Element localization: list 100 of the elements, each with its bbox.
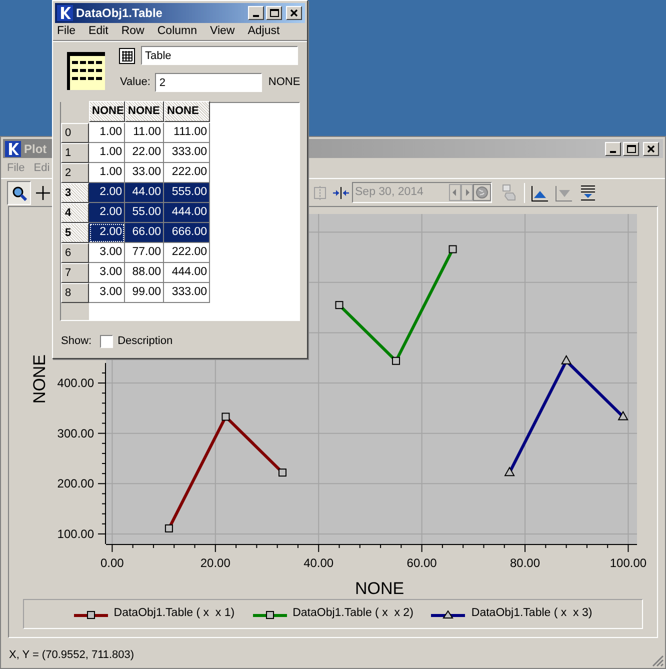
table-cell[interactable]: 1.00 (89, 143, 125, 163)
table-cell[interactable]: 2.00 (89, 183, 125, 203)
minimize-button[interactable] (605, 142, 621, 156)
table-cell[interactable]: 3.00 (89, 283, 125, 303)
table-cell[interactable]: 444.00 (164, 203, 210, 223)
data-point (164, 524, 173, 532)
axis-title: NONE (30, 354, 49, 404)
crosshair-icon (35, 184, 51, 200)
row-header[interactable]: 1 (61, 143, 89, 163)
data-point (278, 468, 286, 477)
row-header[interactable]: 2 (61, 163, 89, 183)
legend-label: DataObj1.Table ( x x 2) (292, 606, 414, 622)
column-header[interactable]: NONE (164, 101, 210, 122)
data-point (560, 354, 572, 364)
table-cell[interactable]: 222.00 (164, 243, 210, 263)
minimize-button[interactable] (248, 6, 264, 20)
table-cell[interactable]: 444.00 (164, 263, 210, 283)
maximize-icon (626, 144, 636, 152)
row-header[interactable]: 3 (61, 183, 89, 203)
data-point (448, 245, 457, 254)
collapse-arrows-icon[interactable] (332, 184, 350, 200)
row-header[interactable]: 6 (61, 243, 89, 263)
tick-label: 40.00 (304, 556, 334, 570)
menu-item[interactable]: Edit (86, 22, 110, 40)
value-field[interactable]: 2 (155, 73, 262, 92)
tick-label: 100.00 (57, 526, 94, 541)
table-cell[interactable]: 3.00 (89, 243, 125, 263)
list-icon[interactable] (579, 184, 597, 202)
data-point (335, 301, 344, 310)
legend-label: DataObj1.Table ( x x 1) (114, 606, 235, 622)
table-cell[interactable]: 333.00 (164, 283, 210, 303)
legend-line-icon (431, 608, 466, 620)
menu-item[interactable]: View (208, 22, 237, 40)
table-cell[interactable]: 99.00 (125, 283, 164, 303)
legend-line-icon (252, 608, 287, 620)
data-point (392, 356, 400, 365)
menu-item[interactable]: Column (155, 22, 200, 40)
table-cell[interactable]: 55.00 (125, 203, 164, 223)
chart-up-icon[interactable] (531, 184, 549, 202)
table-cell[interactable]: 2.00 (89, 203, 125, 223)
row-header[interactable]: 8 (61, 283, 89, 303)
close-button[interactable] (643, 142, 659, 156)
row-header[interactable]: 5 (61, 223, 89, 243)
table-icon (67, 52, 105, 90)
table-cell[interactable]: 222.00 (164, 163, 210, 183)
tick-label: 20.00 (200, 556, 230, 570)
maximize-button[interactable] (266, 6, 282, 20)
menu-item[interactable]: Row (119, 22, 146, 40)
close-icon (647, 144, 655, 152)
table-cell[interactable]: 333.00 (164, 143, 210, 163)
tick-label: 300.00 (57, 426, 94, 440)
units-label: NONE (268, 75, 300, 90)
name-field[interactable]: Table (141, 46, 298, 65)
maximize-button[interactable] (623, 142, 639, 156)
table-cell[interactable]: 666.00 (164, 223, 210, 243)
table-cell[interactable]: 77.00 (125, 243, 164, 263)
app-logo-icon (57, 5, 73, 21)
table-cell[interactable]: 111.00 (164, 123, 210, 143)
tick-label: 400.00 (57, 376, 94, 390)
table-cell[interactable]: 1.00 (89, 123, 125, 143)
table-cell[interactable]: 44.00 (125, 183, 164, 203)
legend-line-icon (74, 608, 108, 620)
status-text: X, Y = (70.9552, 711.803) (9, 648, 134, 662)
table-cell[interactable]: 11.00 (125, 123, 164, 143)
table-cell[interactable]: 1.00 (89, 163, 125, 183)
app-logo-icon (5, 140, 21, 156)
data-point (618, 410, 628, 420)
menu-item[interactable]: Adjust (246, 22, 282, 40)
close-icon (290, 9, 298, 17)
globe-icon[interactable] (473, 184, 491, 201)
column-header[interactable]: NONE (125, 101, 164, 122)
row-header[interactable]: 7 (61, 263, 89, 283)
minimize-icon (253, 15, 259, 17)
grid-icon (119, 48, 135, 64)
table-cell[interactable]: 88.00 (125, 263, 164, 283)
checkbox[interactable] (100, 334, 113, 348)
row-header[interactable]: 4 (61, 203, 89, 223)
legend-label: DataObj1.Table ( x x 3) (471, 606, 592, 622)
table-cell[interactable]: 555.00 (164, 183, 210, 203)
data-point (222, 412, 230, 421)
magnifier-icon (11, 184, 27, 200)
tool-button[interactable] (7, 180, 31, 204)
close-button[interactable] (286, 6, 302, 20)
menu-item[interactable]: File (55, 22, 78, 40)
tick-label: 100.00 (610, 556, 647, 570)
show-label: Show: (61, 334, 92, 349)
window-title: Plot (24, 140, 47, 158)
tick-label: 200.00 (57, 476, 94, 491)
row-header[interactable]: 0 (61, 123, 89, 143)
table-cell[interactable]: 22.00 (125, 143, 164, 163)
table-cell[interactable]: 3.00 (89, 263, 125, 283)
chart-down-icon[interactable] (555, 184, 573, 202)
table-cell[interactable]: 33.00 (125, 163, 164, 183)
column-header[interactable]: NONE (89, 101, 125, 122)
table-cell[interactable]: 66.00 (125, 223, 164, 243)
window-title: DataObj1.Table (76, 5, 162, 22)
table-cell[interactable]: 2.00 (89, 223, 125, 243)
checkbox-label[interactable]: Description (118, 333, 173, 350)
tick-label: 80.00 (510, 556, 540, 570)
tick-label: 60.00 (406, 556, 437, 570)
